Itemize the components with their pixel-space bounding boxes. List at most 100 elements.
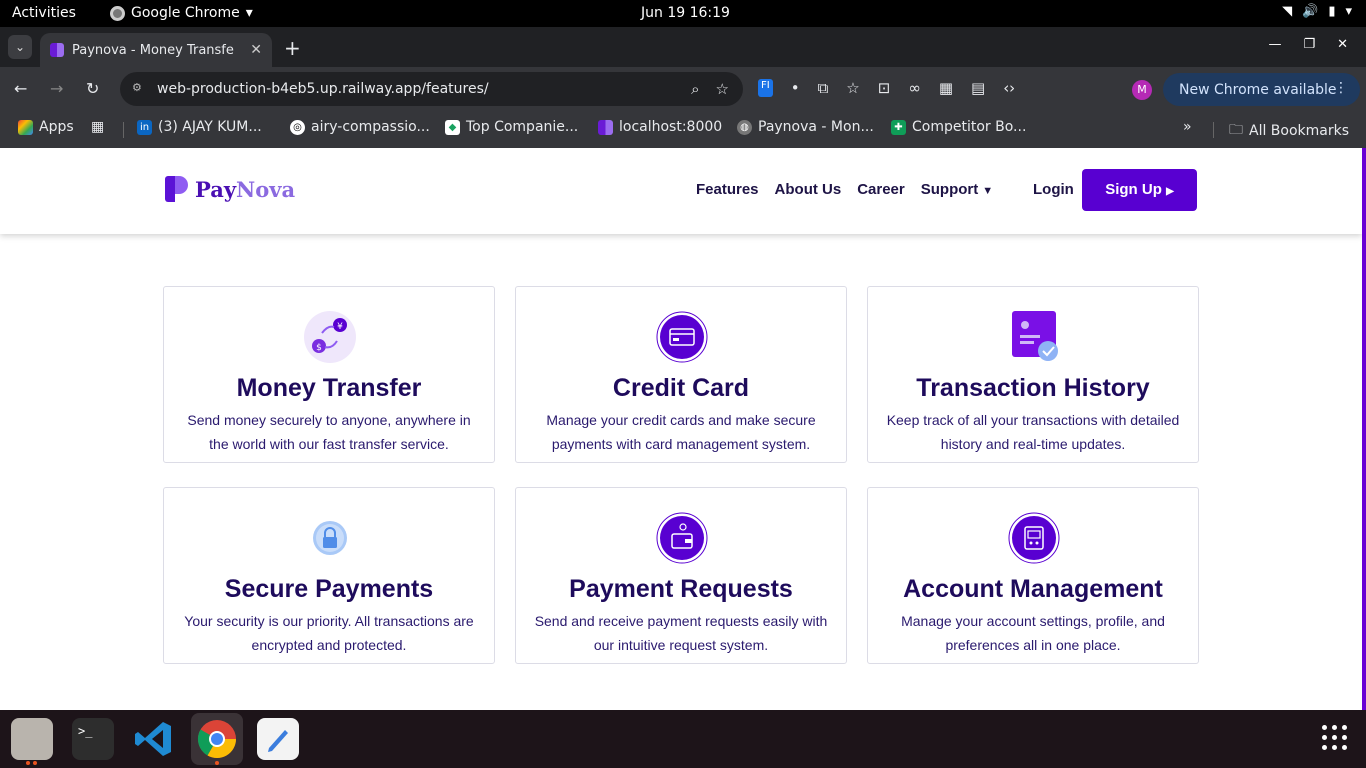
new-tab-button[interactable]: + — [284, 36, 301, 60]
nav-career[interactable]: Career — [857, 181, 905, 198]
paynova-favicon-icon — [50, 43, 64, 57]
svg-text:¥: ¥ — [337, 322, 343, 332]
activities-button[interactable]: Activities — [12, 5, 76, 21]
maximize-icon[interactable]: ❐ — [1303, 37, 1315, 52]
site-info-icon[interactable]: ⚙ — [132, 81, 148, 97]
paynova-logo-icon — [165, 176, 189, 202]
screenshot-icon[interactable]: ⊡ — [878, 79, 891, 97]
running-indicator — [33, 761, 37, 765]
wallet-icon — [656, 512, 708, 564]
files-app-icon[interactable] — [11, 718, 53, 760]
clock[interactable]: Jun 19 16:19 — [641, 5, 730, 21]
reading-list-icon[interactable]: ☆ — [846, 79, 859, 97]
bookmark-star-icon[interactable]: ☆ — [716, 80, 729, 98]
tab-search-button[interactable]: ⌄ — [8, 35, 32, 59]
main-nav: Features About Us Career Support ▼ — [696, 181, 993, 198]
lock-icon — [304, 512, 356, 564]
more-bookmarks-icon[interactable]: » — [1183, 119, 1192, 135]
logo-pay: Pay — [195, 176, 237, 202]
chevron-down-icon: ⌄ — [14, 40, 26, 54]
feature-description: Manage your credit cards and make secure… — [546, 412, 816, 452]
active-tab[interactable]: Paynova - Money Transfe ✕ — [40, 33, 272, 67]
page-scrollbar[interactable] — [1362, 148, 1366, 710]
qr-code-icon[interactable]: ▦ — [939, 79, 953, 97]
all-bookmarks-button[interactable]: 🗀 All Bookmarks — [1229, 119, 1349, 143]
feature-title: Secure Payments — [224, 575, 434, 603]
feature-description: Send and receive payment requests easily… — [534, 613, 828, 653]
tab-groups-icon[interactable]: ▦ — [91, 119, 104, 135]
new-chrome-available-button[interactable]: New Chrome available ⋮ — [1163, 73, 1360, 106]
reload-button[interactable]: ↻ — [86, 79, 99, 98]
extension-fi-icon[interactable]: FI — [758, 79, 773, 97]
window-controls: — ❐ ✕ — [1268, 37, 1348, 52]
sheets-icon: ✚ — [891, 119, 906, 135]
system-tray[interactable]: ◥ 🔊 ▮ ▾ — [1282, 4, 1352, 19]
paynova-logo[interactable]: PayNova — [165, 176, 295, 202]
forward-button[interactable]: → — [50, 79, 63, 98]
bookmarks-bar: Apps ▦ in (3) AJAY KUM... ◎ airy-compass… — [0, 112, 1366, 148]
account-icon — [1008, 512, 1060, 564]
feature-card-credit-card[interactable]: Credit Card Manage your credit cards and… — [515, 286, 847, 463]
bookmark-paynova[interactable]: ◍ Paynova - Mon... — [737, 119, 874, 135]
profile-avatar[interactable]: M — [1132, 80, 1152, 100]
globe-icon: ◍ — [737, 119, 752, 135]
nav-features[interactable]: Features — [696, 181, 759, 198]
dock: >_ — [0, 710, 1366, 768]
link-icon[interactable]: ∞ — [908, 79, 921, 97]
extensions-puzzle-icon[interactable]: ⧉ — [818, 79, 829, 97]
url-text: web-production-b4eb5.up.railway.app/feat… — [157, 81, 489, 97]
top-companies-icon: ◆ — [445, 119, 460, 135]
kebab-menu-icon[interactable]: ⋮ — [1334, 80, 1348, 96]
chevron-down-icon: ▼ — [982, 185, 994, 197]
bookmark-top-companies[interactable]: ◆ Top Companie... — [445, 119, 578, 135]
nav-support[interactable]: Support ▼ — [921, 181, 993, 198]
feature-title: Credit Card — [612, 374, 750, 402]
feature-description: Send money securely to anyone, anywhere … — [187, 412, 471, 452]
app-menu[interactable]: Google Chrome ▾ — [110, 5, 253, 21]
linkedin-icon: in — [137, 119, 152, 135]
nav-about-us[interactable]: About Us — [775, 181, 842, 198]
terminal-app-icon[interactable]: >_ — [72, 718, 114, 760]
feature-description: Manage your account settings, profile, a… — [901, 613, 1165, 653]
back-button[interactable]: ← — [14, 79, 27, 98]
feature-card-payment-requests[interactable]: Payment Requests Send and receive paymen… — [515, 487, 847, 664]
bookmarks-separator — [123, 122, 124, 138]
bookmark-apps[interactable]: Apps — [18, 119, 74, 135]
money-transfer-icon: ¥ $ — [304, 311, 356, 363]
airy-icon: ◎ — [290, 119, 305, 135]
minimize-icon[interactable]: — — [1268, 37, 1281, 52]
caret-down-icon: ▾ — [245, 5, 253, 21]
extension-mouse-icon[interactable]: • — [791, 79, 800, 97]
site-header: PayNova Features About Us Career Support… — [0, 148, 1362, 234]
bookmark-linkedin[interactable]: in (3) AJAY KUM... — [137, 119, 262, 135]
wifi-icon: ◥ — [1282, 4, 1293, 19]
close-tab-icon[interactable]: ✕ — [250, 42, 262, 58]
svg-text:$: $ — [316, 343, 322, 353]
folder-icon: 🗀 — [1229, 122, 1243, 138]
feature-card-secure-payments[interactable]: Secure Payments Your security is our pri… — [163, 487, 495, 664]
paynova-icon — [598, 119, 613, 135]
apps-grid-icon — [18, 119, 33, 135]
login-link[interactable]: Login — [1033, 181, 1074, 198]
bookmark-competitor[interactable]: ✚ Competitor Bo... — [891, 119, 1026, 135]
devtools-icon[interactable]: ‹› — [1003, 79, 1015, 97]
feature-card-money-transfer[interactable]: ¥ $ Money Transfer Send money securely to… — [163, 286, 495, 463]
bookmark-airy[interactable]: ◎ airy-compassio... — [290, 119, 430, 135]
feature-title: Payment Requests — [569, 575, 793, 603]
caret-right-icon: ▶ — [1166, 186, 1174, 197]
feature-card-transaction-history[interactable]: Transaction History Keep track of all yo… — [867, 286, 1199, 463]
sign-up-button[interactable]: Sign Up ▶ — [1082, 169, 1197, 211]
show-apps-icon[interactable] — [1322, 725, 1348, 751]
zoom-icon[interactable]: ⌕ — [691, 80, 699, 98]
text-editor-app-icon[interactable] — [257, 718, 299, 760]
chrome-app-icon[interactable] — [196, 718, 238, 760]
volume-icon: 🔊 — [1302, 4, 1319, 19]
address-bar[interactable]: ⚙ web-production-b4eb5.up.railway.app/fe… — [120, 72, 743, 106]
side-panel-icon[interactable]: ▤ — [971, 79, 985, 97]
feature-card-account-management[interactable]: Account Management Manage your account s… — [867, 487, 1199, 664]
tab-strip: ⌄ Paynova - Money Transfe ✕ + — ❐ ✕ — [0, 27, 1366, 67]
browser-toolbar: ← → ↻ ⚙ web-production-b4eb5.up.railway.… — [0, 67, 1366, 112]
vscode-app-icon[interactable] — [133, 718, 175, 760]
close-window-icon[interactable]: ✕ — [1337, 37, 1348, 52]
bookmark-localhost[interactable]: localhost:8000 — [598, 119, 722, 135]
